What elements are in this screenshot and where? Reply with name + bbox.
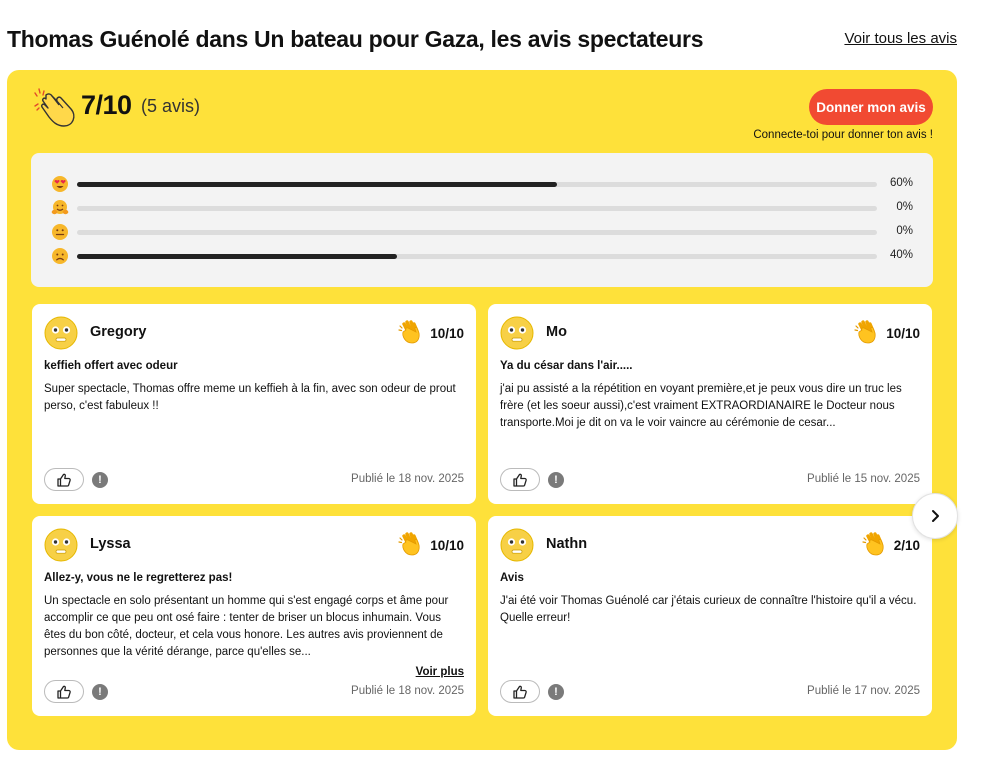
review-title: Avis — [500, 572, 524, 584]
report-icon[interactable]: ! — [92, 684, 108, 700]
reviews-header: Thomas Guénolé dans Un bateau pour Gaza,… — [7, 22, 957, 56]
thumbs-up-icon — [56, 684, 72, 700]
see-more-link[interactable]: Voir plus — [416, 666, 464, 678]
report-icon[interactable]: ! — [548, 472, 564, 488]
give-review-button[interactable]: Donner mon avis — [809, 89, 933, 125]
distribution-row: 60% — [51, 174, 913, 194]
page-title: Thomas Guénolé dans Un bateau pour Gaza,… — [7, 26, 704, 52]
distribution-bar — [77, 230, 877, 235]
review-count: (5 avis) — [141, 96, 201, 116]
report-icon[interactable]: ! — [92, 472, 108, 488]
review-rating: 10/10 — [854, 320, 920, 346]
like-button[interactable] — [44, 468, 84, 491]
review-card: Mo 10/10 Ya du césar dans l'air..... j'a… — [488, 304, 932, 504]
review-title: Ya du césar dans l'air..... — [500, 360, 633, 372]
publish-date: Publié le 17 nov. 2025 — [807, 685, 920, 697]
thumbs-up-icon — [56, 472, 72, 488]
rating-summary: 7/10 (5 avis) — [33, 88, 333, 128]
distribution-percent: 40% — [889, 249, 913, 261]
review-title: keffieh offert avec odeur — [44, 360, 178, 372]
reviews-panel: 7/10 (5 avis) Donner mon avis Connecte-t… — [7, 70, 957, 750]
review-author: Lyssa — [90, 536, 131, 552]
review-author: Mo — [546, 324, 567, 340]
disappointed-face-emoji-icon — [52, 248, 68, 264]
waving-hand-icon — [854, 320, 880, 346]
review-rating: 10/10 — [398, 532, 464, 558]
publish-date: Publié le 18 nov. 2025 — [351, 473, 464, 485]
rating-value: 10/10 — [430, 325, 464, 341]
review-body: j'ai pu assisté a la répétition en voyan… — [500, 383, 902, 429]
thumbs-up-icon — [512, 472, 528, 488]
distribution-bar — [77, 182, 877, 187]
distribution-bar — [77, 254, 877, 259]
review-card: Nathn 2/10 Avis J'ai été voir Thomas Gué… — [488, 516, 932, 716]
like-button[interactable] — [500, 680, 540, 703]
connect-note: Connecte-toi pour donner ton avis ! — [753, 129, 933, 141]
avatar-icon — [44, 528, 78, 562]
heart-eyes-emoji-icon — [52, 176, 68, 192]
avatar-icon — [500, 316, 534, 350]
waving-hand-icon — [862, 532, 888, 558]
publish-date: Publié le 15 nov. 2025 — [807, 473, 920, 485]
distribution-row: 0% — [51, 198, 913, 218]
next-reviews-button[interactable] — [912, 493, 958, 539]
like-button[interactable] — [500, 468, 540, 491]
avatar-icon — [500, 528, 534, 562]
review-card: Lyssa 10/10 Allez-y, vous ne le regrette… — [32, 516, 476, 716]
avatar-icon — [44, 316, 78, 350]
report-icon[interactable]: ! — [548, 684, 564, 700]
rating-distribution: 60% 0% 0% 40% — [31, 153, 933, 287]
distribution-row: 0% — [51, 222, 913, 242]
rating-value: 10/10 — [886, 325, 920, 341]
review-title: Allez-y, vous ne le regretterez pas! — [44, 572, 233, 584]
distribution-row: 40% — [51, 246, 913, 266]
hugging-emoji-icon — [51, 200, 69, 215]
review-body: Super spectacle, Thomas offre meme un ke… — [44, 383, 456, 412]
review-body: Un spectacle en solo présentant un homme… — [44, 595, 449, 658]
like-button[interactable] — [44, 680, 84, 703]
review-author: Gregory — [90, 324, 147, 340]
review-body: J'ai été voir Thomas Guénolé car j'étais… — [500, 595, 917, 624]
distribution-bar-fill — [77, 254, 397, 259]
distribution-percent: 0% — [896, 201, 913, 213]
distribution-percent: 0% — [896, 225, 913, 237]
thumbs-up-icon — [512, 684, 528, 700]
clapping-hands-icon — [34, 88, 75, 127]
waving-hand-icon — [398, 320, 424, 346]
see-all-reviews-link[interactable]: Voir tous les avis — [844, 30, 957, 47]
review-rating: 10/10 — [398, 320, 464, 346]
distribution-bar — [77, 206, 877, 211]
rating-value: 2/10 — [893, 537, 920, 553]
review-rating: 2/10 — [862, 532, 920, 558]
publish-date: Publié le 18 nov. 2025 — [351, 685, 464, 697]
distribution-bar-fill — [77, 182, 557, 187]
chevron-right-icon — [932, 510, 939, 522]
review-author: Nathn — [546, 536, 588, 552]
rating-value: 10/10 — [430, 537, 464, 553]
neutral-face-emoji-icon — [52, 224, 68, 240]
distribution-percent: 60% — [889, 177, 913, 189]
review-card: Gregory 10/10 keffieh offert avec odeur … — [32, 304, 476, 504]
average-score: 7/10 — [81, 90, 132, 120]
waving-hand-icon — [398, 532, 424, 558]
